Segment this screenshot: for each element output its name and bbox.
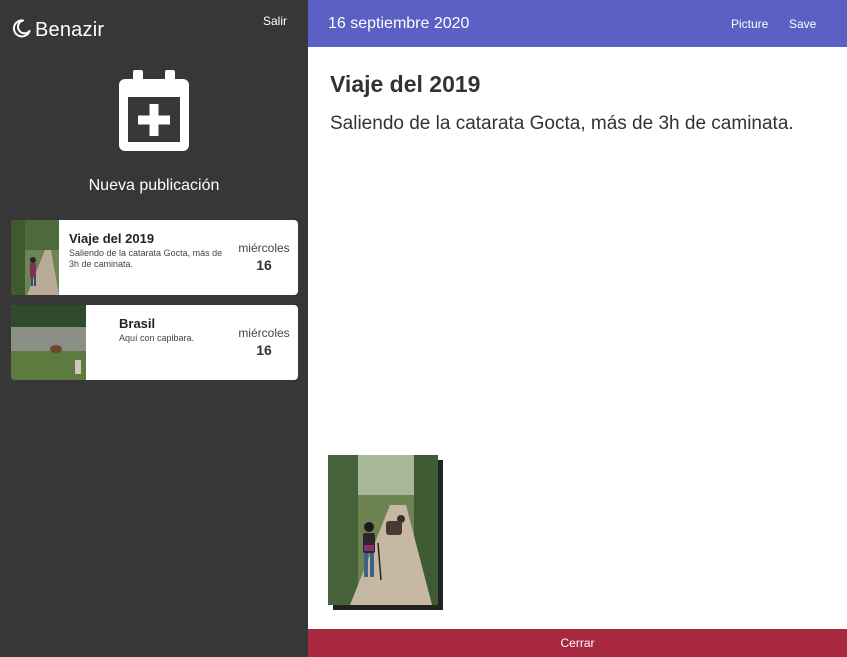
entry-thumbnail (11, 305, 86, 380)
entry-editor: Viaje del 2019 Saliendo de la catarata G… (308, 47, 847, 629)
sidebar: Benazir Salir Nueva publicación Viaje de… (0, 0, 308, 657)
topbar: 16 septiembre 2020 Picture Save (308, 0, 847, 47)
entry-card[interactable]: Viaje del 2019 Saliendo de la catarata G… (11, 220, 298, 295)
entry-thumbnail (11, 220, 59, 295)
brand: Benazir (11, 18, 104, 43)
entry-card[interactable]: Brasil Aquí con capibara. miércoles 16 (11, 305, 298, 380)
entry-card-day: 16 (256, 342, 272, 358)
entry-card-excerpt: Saliendo de la catarata Gocta, más de 3h… (69, 248, 223, 269)
crescent-moon-icon (11, 18, 31, 43)
new-post-label: Nueva publicación (88, 177, 220, 194)
entry-date: 16 septiembre 2020 (328, 15, 470, 32)
entry-photo-frame (328, 455, 444, 610)
entry-card-weekday: miércoles (238, 241, 290, 255)
entry-card-date: miércoles 16 (236, 326, 292, 358)
entry-card-date: miércoles 16 (236, 241, 292, 273)
entry-card-title: Viaje del 2019 (69, 231, 155, 246)
calendar-plus-icon (0, 70, 308, 157)
picture-button[interactable]: Picture (731, 17, 768, 31)
entry-photo[interactable] (328, 455, 438, 605)
brand-name: Benazir (35, 19, 105, 41)
entry-body[interactable]: Saliendo de la catarata Gocta, más de 3h… (330, 113, 794, 135)
logout-button[interactable]: Salir (263, 14, 287, 28)
entry-card-day: 16 (256, 257, 272, 273)
entry-card-weekday: miércoles (238, 326, 290, 340)
close-button[interactable]: Cerrar (308, 629, 847, 657)
save-button[interactable]: Save (789, 17, 816, 31)
new-post-button[interactable]: Nueva publicación (0, 70, 308, 195)
entry-title[interactable]: Viaje del 2019 (330, 71, 480, 98)
entry-card-excerpt: Aquí con capibara. (119, 333, 195, 343)
entry-card-title: Brasil (119, 316, 156, 331)
